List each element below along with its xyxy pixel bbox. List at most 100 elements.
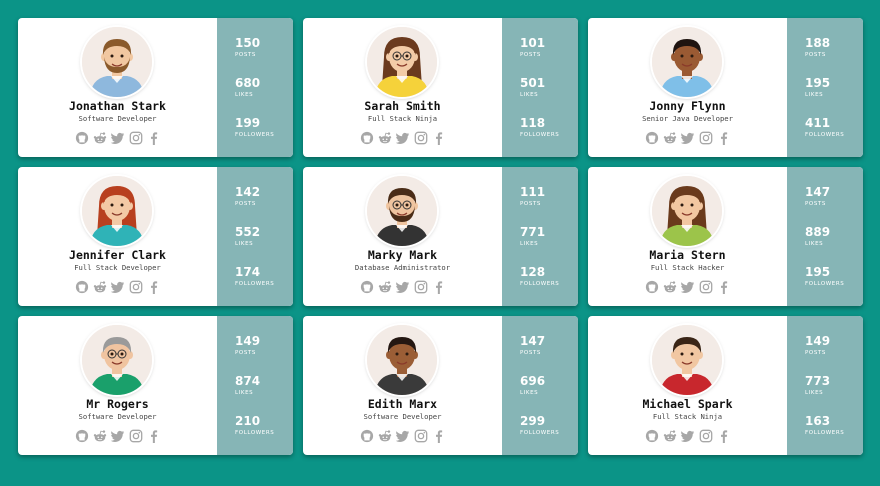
stats-panel: 142 POSTS 552 LIKES 174 FOLLOWERS — [217, 167, 293, 306]
stat-followers: 411 FOLLOWERS — [805, 116, 844, 139]
stat-posts: 142 POSTS — [235, 185, 261, 208]
facebook-icon[interactable] — [717, 131, 731, 145]
profile-info: Mr Rogers Software Developer — [18, 316, 217, 455]
social-links — [303, 429, 502, 443]
stat-posts: 188 POSTS — [805, 36, 831, 59]
likes-count: 195 — [805, 76, 831, 90]
profile-name: Marky Mark — [367, 248, 438, 262]
profile-name: Sarah Smith — [364, 99, 441, 113]
instagram-icon[interactable] — [699, 131, 713, 145]
reddit-icon[interactable] — [663, 131, 677, 145]
github-icon[interactable] — [75, 131, 89, 145]
reddit-icon[interactable] — [93, 280, 107, 294]
likes-label: LIKES — [805, 241, 824, 247]
followers-label: FOLLOWERS — [235, 132, 275, 138]
github-icon[interactable] — [360, 280, 374, 294]
github-icon[interactable] — [360, 429, 374, 443]
reddit-icon[interactable] — [378, 280, 392, 294]
facebook-icon[interactable] — [432, 429, 446, 443]
facebook-icon[interactable] — [432, 280, 446, 294]
twitter-icon[interactable] — [395, 131, 410, 145]
github-icon[interactable] — [360, 131, 374, 145]
profile-role: Software Developer — [363, 412, 442, 421]
stat-followers: 299 FOLLOWERS — [520, 414, 559, 437]
stats-panel: 149 POSTS 874 LIKES 210 FOLLOWERS — [217, 316, 293, 455]
reddit-icon[interactable] — [93, 131, 107, 145]
facebook-icon[interactable] — [147, 429, 161, 443]
stat-posts: 149 POSTS — [805, 334, 831, 357]
posts-label: POSTS — [805, 201, 826, 207]
followers-count: 199 — [235, 116, 261, 130]
stat-posts: 111 POSTS — [520, 186, 545, 208]
reddit-icon[interactable] — [378, 429, 392, 443]
profile-info: Sarah Smith Full Stack Ninja — [303, 18, 502, 157]
instagram-icon[interactable] — [414, 131, 428, 145]
twitter-icon[interactable] — [680, 280, 695, 294]
instagram-icon[interactable] — [129, 429, 143, 443]
facebook-icon[interactable] — [717, 429, 731, 443]
instagram-icon[interactable] — [129, 131, 143, 145]
likes-count: 771 — [520, 225, 546, 239]
likes-count: 696 — [520, 374, 546, 388]
github-icon[interactable] — [645, 131, 659, 145]
facebook-icon[interactable] — [432, 131, 446, 145]
likes-label: LIKES — [805, 390, 824, 396]
instagram-icon[interactable] — [699, 280, 713, 294]
facebook-icon[interactable] — [147, 280, 161, 294]
followers-count: 411 — [805, 116, 831, 130]
stat-likes: 773 LIKES — [805, 374, 831, 397]
stat-posts: 147 POSTS — [805, 186, 830, 208]
twitter-icon[interactable] — [110, 131, 125, 145]
likes-label: LIKES — [520, 241, 539, 247]
avatar — [82, 176, 152, 246]
twitter-icon[interactable] — [110, 429, 125, 443]
posts-count: 188 — [805, 36, 831, 50]
profile-info: Marky Mark Database Administrator — [303, 167, 502, 306]
posts-count: 149 — [805, 334, 831, 348]
followers-label: FOLLOWERS — [235, 281, 275, 287]
profile-name: Jennifer Clark — [69, 248, 166, 262]
likes-label: LIKES — [235, 92, 254, 98]
stat-posts: 147 POSTS — [520, 335, 545, 357]
facebook-icon[interactable] — [147, 131, 161, 145]
profile-role: Senior Java Developer — [642, 114, 733, 123]
github-icon[interactable] — [645, 429, 659, 443]
stat-followers: 210 FOLLOWERS — [235, 415, 274, 437]
likes-count: 501 — [520, 76, 546, 90]
twitter-icon[interactable] — [395, 429, 410, 443]
github-icon[interactable] — [75, 429, 89, 443]
posts-label: POSTS — [520, 52, 541, 58]
followers-count: 299 — [520, 414, 546, 428]
instagram-icon[interactable] — [129, 280, 143, 294]
profile-card-grid: Jonathan Stark Software Developer 150 PO… — [18, 18, 863, 455]
avatar — [367, 176, 437, 246]
likes-label: LIKES — [520, 92, 539, 98]
facebook-icon[interactable] — [717, 280, 731, 294]
profile-role: Full Stack Ninja — [652, 412, 723, 421]
reddit-icon[interactable] — [93, 429, 107, 443]
likes-label: LIKES — [235, 241, 254, 247]
reddit-icon[interactable] — [663, 429, 677, 443]
stats-panel: 147 POSTS 696 LIKES 299 FOLLOWERS — [502, 316, 578, 455]
twitter-icon[interactable] — [680, 131, 695, 145]
posts-label: POSTS — [520, 350, 541, 356]
profile-name: Michael Spark — [642, 397, 733, 411]
profile-role: Software Developer — [78, 114, 157, 123]
instagram-icon[interactable] — [699, 429, 713, 443]
github-icon[interactable] — [645, 280, 659, 294]
likes-count: 773 — [805, 374, 831, 388]
profile-name: Edith Marx — [367, 397, 438, 411]
stats-panel: 188 POSTS 195 LIKES 411 FOLLOWERS — [787, 18, 863, 157]
reddit-icon[interactable] — [663, 280, 677, 294]
avatar — [82, 325, 152, 395]
twitter-icon[interactable] — [110, 280, 125, 294]
posts-count: 142 — [235, 185, 261, 199]
instagram-icon[interactable] — [414, 429, 428, 443]
github-icon[interactable] — [75, 280, 89, 294]
twitter-icon[interactable] — [680, 429, 695, 443]
stat-likes: 501 LIKES — [520, 76, 546, 99]
twitter-icon[interactable] — [395, 280, 410, 294]
instagram-icon[interactable] — [414, 280, 428, 294]
reddit-icon[interactable] — [378, 131, 392, 145]
profile-card: Michael Spark Full Stack Ninja 149 POSTS… — [588, 316, 863, 455]
